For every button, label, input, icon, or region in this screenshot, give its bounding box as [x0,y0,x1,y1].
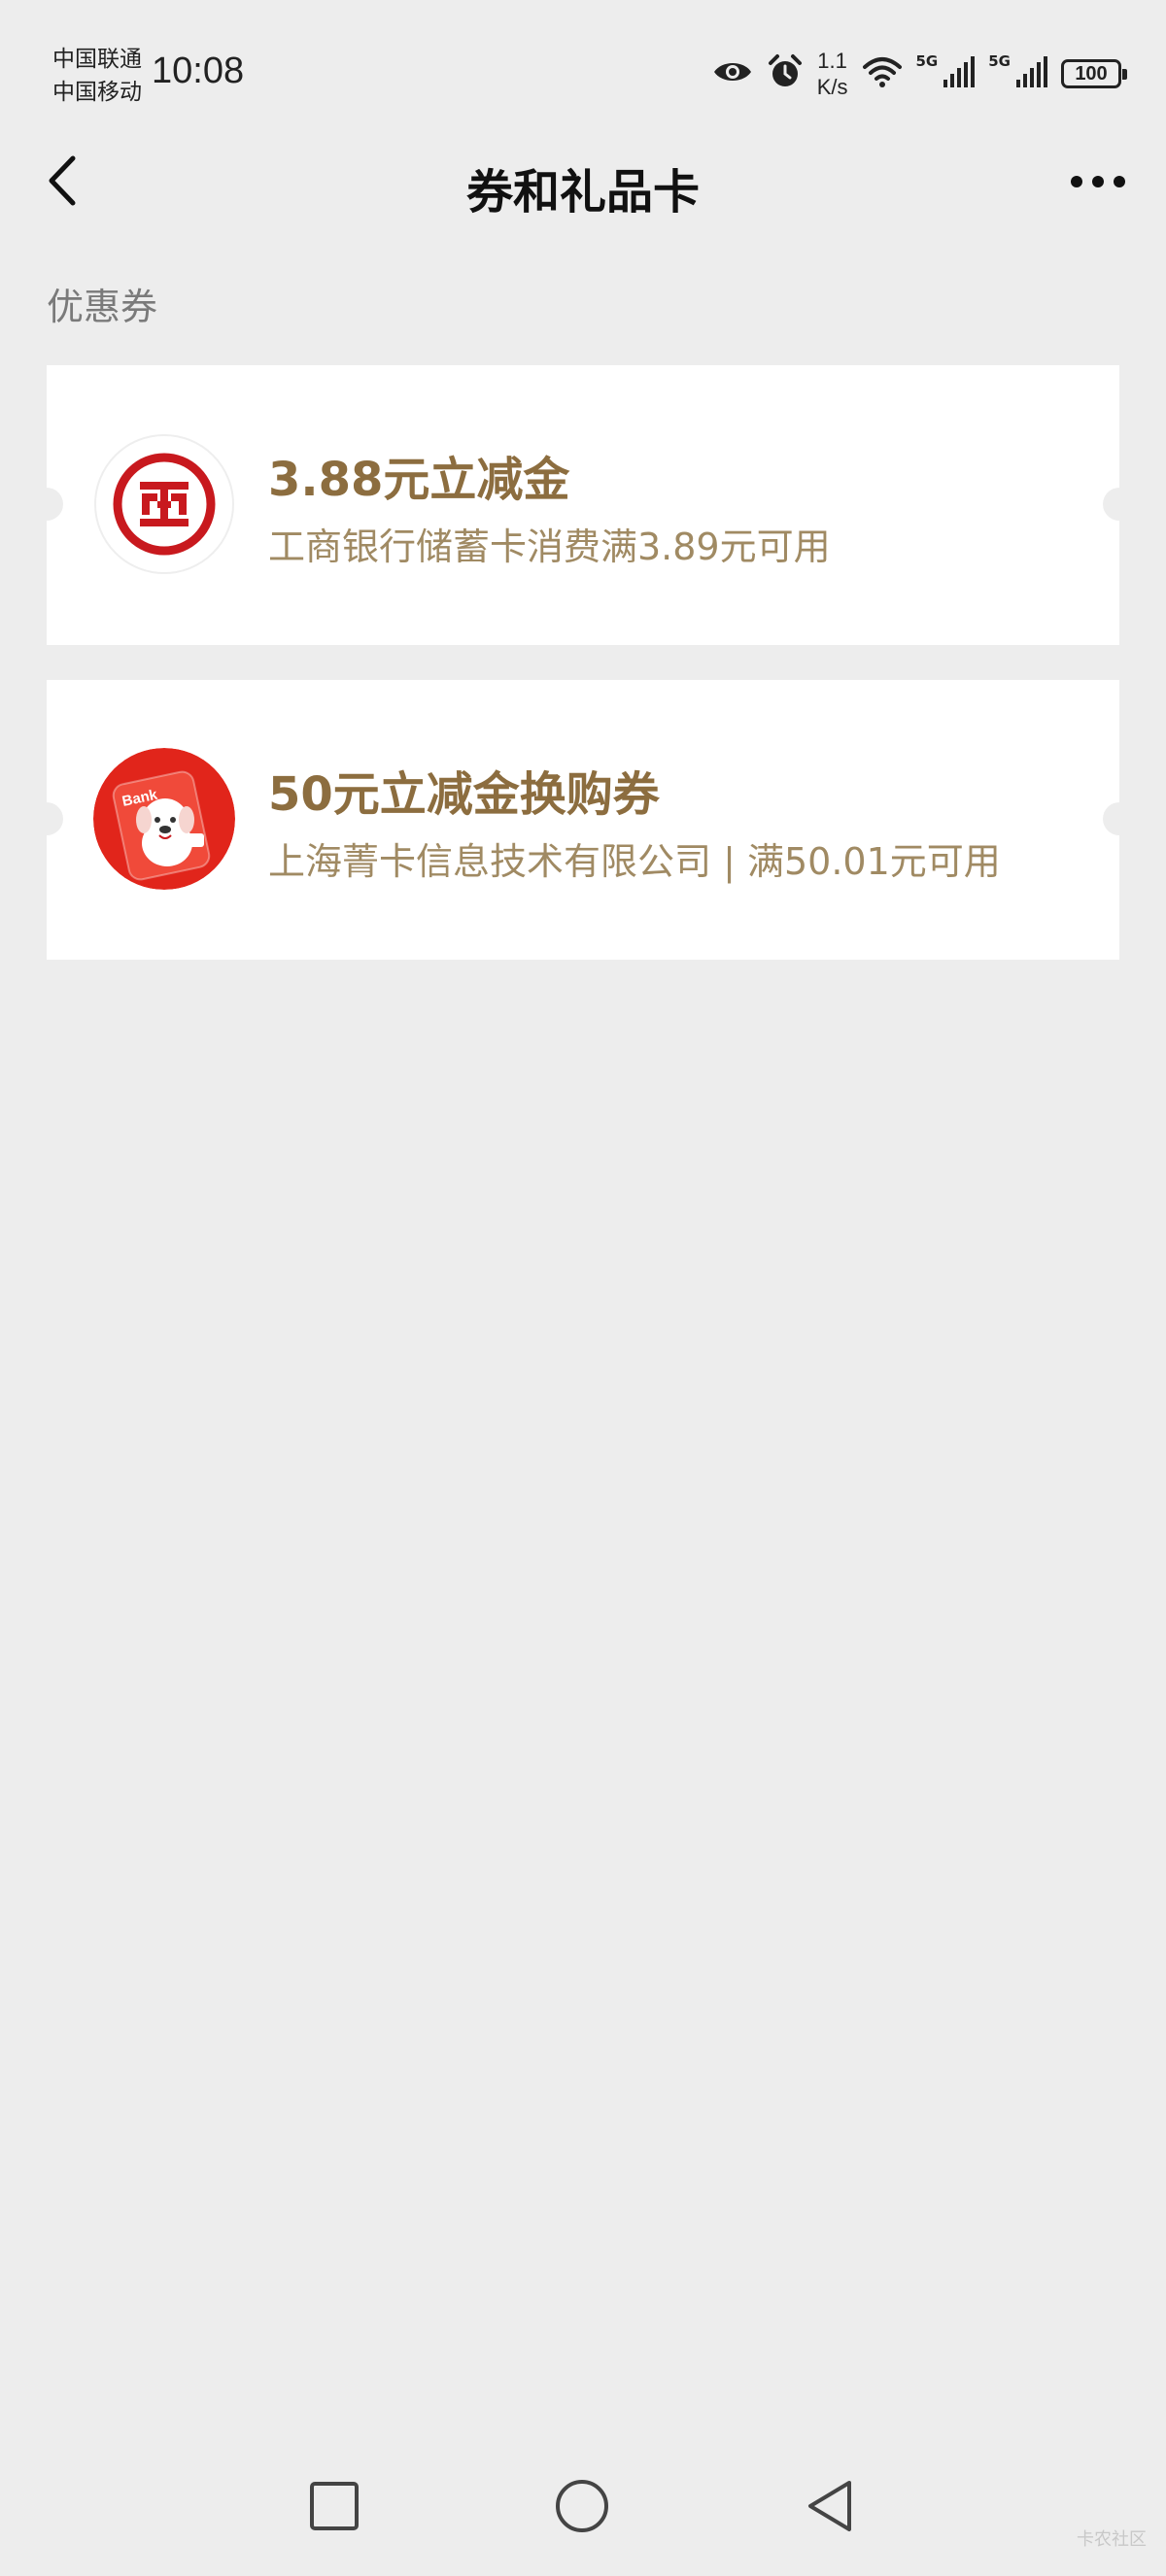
more-dots-icon [1070,174,1126,192]
watermark: 卡农社区 [1077,2529,1147,2550]
coupon-notch-left [30,488,63,521]
system-nav-bar: 卡农社区 [0,2457,1166,2564]
coupon-title: 3.88元立减金 [268,453,570,507]
recent-apps-button[interactable] [299,2473,369,2543]
coupon-notch-left [30,802,63,835]
status-bar: 中国联通 中国移动 10:08 1.1 K/s 5G 5G 100 [0,0,1166,136]
eye-icon [712,57,753,90]
carrier-2-label: 中国移动 [52,80,142,105]
status-time: 10:08 [152,51,245,91]
coupon-description: 上海菁卡信息技术有限公司 | 满50.01元可用 [268,840,1001,883]
coupon-card[interactable]: 3.88元立减金 工商银行储蓄卡消费满3.89元可用 [30,365,1136,645]
wifi-icon [862,55,903,92]
carrier-1-label: 中国联通 [52,47,142,72]
section-label-coupons: 优惠券 [47,286,158,328]
circle-icon [555,2479,609,2537]
home-button[interactable] [547,2473,617,2543]
alarm-icon [767,53,804,94]
coupon-title: 50元立减金换购券 [268,767,660,822]
coupon-notch-right [1103,488,1136,521]
net-gen-2: 5G [988,52,1011,70]
signal-icon [1014,56,1047,91]
system-back-button[interactable] [795,2473,865,2543]
status-icons: 1.1 K/s 5G 5G 100 [712,47,1127,101]
net-speed: 1.1 K/s [817,48,848,100]
battery-icon: 100 [1061,59,1127,88]
square-icon [309,2481,360,2535]
nav-bar: 券和礼品卡 [0,136,1166,229]
icbc-logo [93,433,235,575]
jd-bank-mascot-logo: Bank [93,748,235,890]
signal-icon [942,56,976,91]
coupon-notch-right [1103,802,1136,835]
net-speed-value: 1.1 [817,49,847,73]
net-gen-1: 5G [915,52,939,70]
coupon-description: 工商银行储蓄卡消费满3.89元可用 [268,525,831,568]
more-button[interactable] [1059,150,1137,216]
page-title: 券和礼品卡 [465,165,700,220]
triangle-back-icon [805,2479,855,2537]
net-speed-unit: K/s [816,75,848,99]
coupon-card[interactable]: Bank 50元立减金换购券 上海菁卡信息技术有限公司 | 满50.01元可用 [30,680,1136,960]
carrier-labels: 中国联通 中国移动 [52,43,142,109]
